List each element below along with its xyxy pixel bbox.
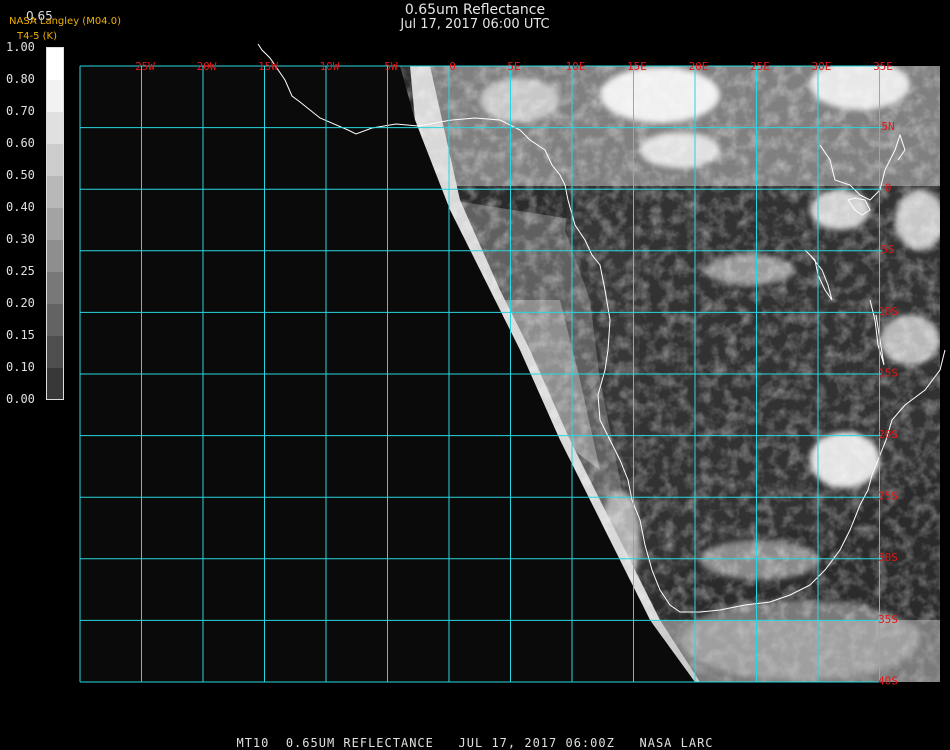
longitude-label: 10W xyxy=(320,60,340,73)
latitude-label: 25S xyxy=(878,490,898,503)
longitude-label: 5W xyxy=(384,60,398,73)
longitude-label: 25E xyxy=(750,60,770,73)
latitude-label: 5N xyxy=(881,120,894,133)
longitude-label: 20E xyxy=(689,60,709,73)
longitude-label: 10E xyxy=(566,60,586,73)
latitude-label: 10S xyxy=(878,305,898,318)
longitude-label: 20W xyxy=(197,60,217,73)
latitude-label: 15S xyxy=(878,366,898,379)
longitude-label: 15W xyxy=(258,60,278,73)
longitude-label: 5E xyxy=(507,60,520,73)
longitude-label: 15E xyxy=(627,60,647,73)
latitude-label: 5S xyxy=(881,243,894,256)
longitude-label: 30E xyxy=(812,60,832,73)
satellite-map: 25W 20W 15W 10W 5W 0 5E 10E 15E 20E 25E 30E 35E 5N 0 5S… xyxy=(79,43,946,687)
latitude-label: 20S xyxy=(878,428,898,441)
footer-caption: MT10 0.65UM REFLECTANCE JUL 17, 2017 06:… xyxy=(236,736,714,750)
longitude-label: 35E xyxy=(873,60,893,73)
latitude-label: 0 xyxy=(885,182,892,195)
latitude-label: 35S xyxy=(878,613,898,626)
latitude-label: 30S xyxy=(878,551,898,564)
latitude-label: 40S xyxy=(878,674,898,687)
longitude-label: 25W xyxy=(135,60,155,73)
longitude-label: 0 xyxy=(449,60,456,73)
